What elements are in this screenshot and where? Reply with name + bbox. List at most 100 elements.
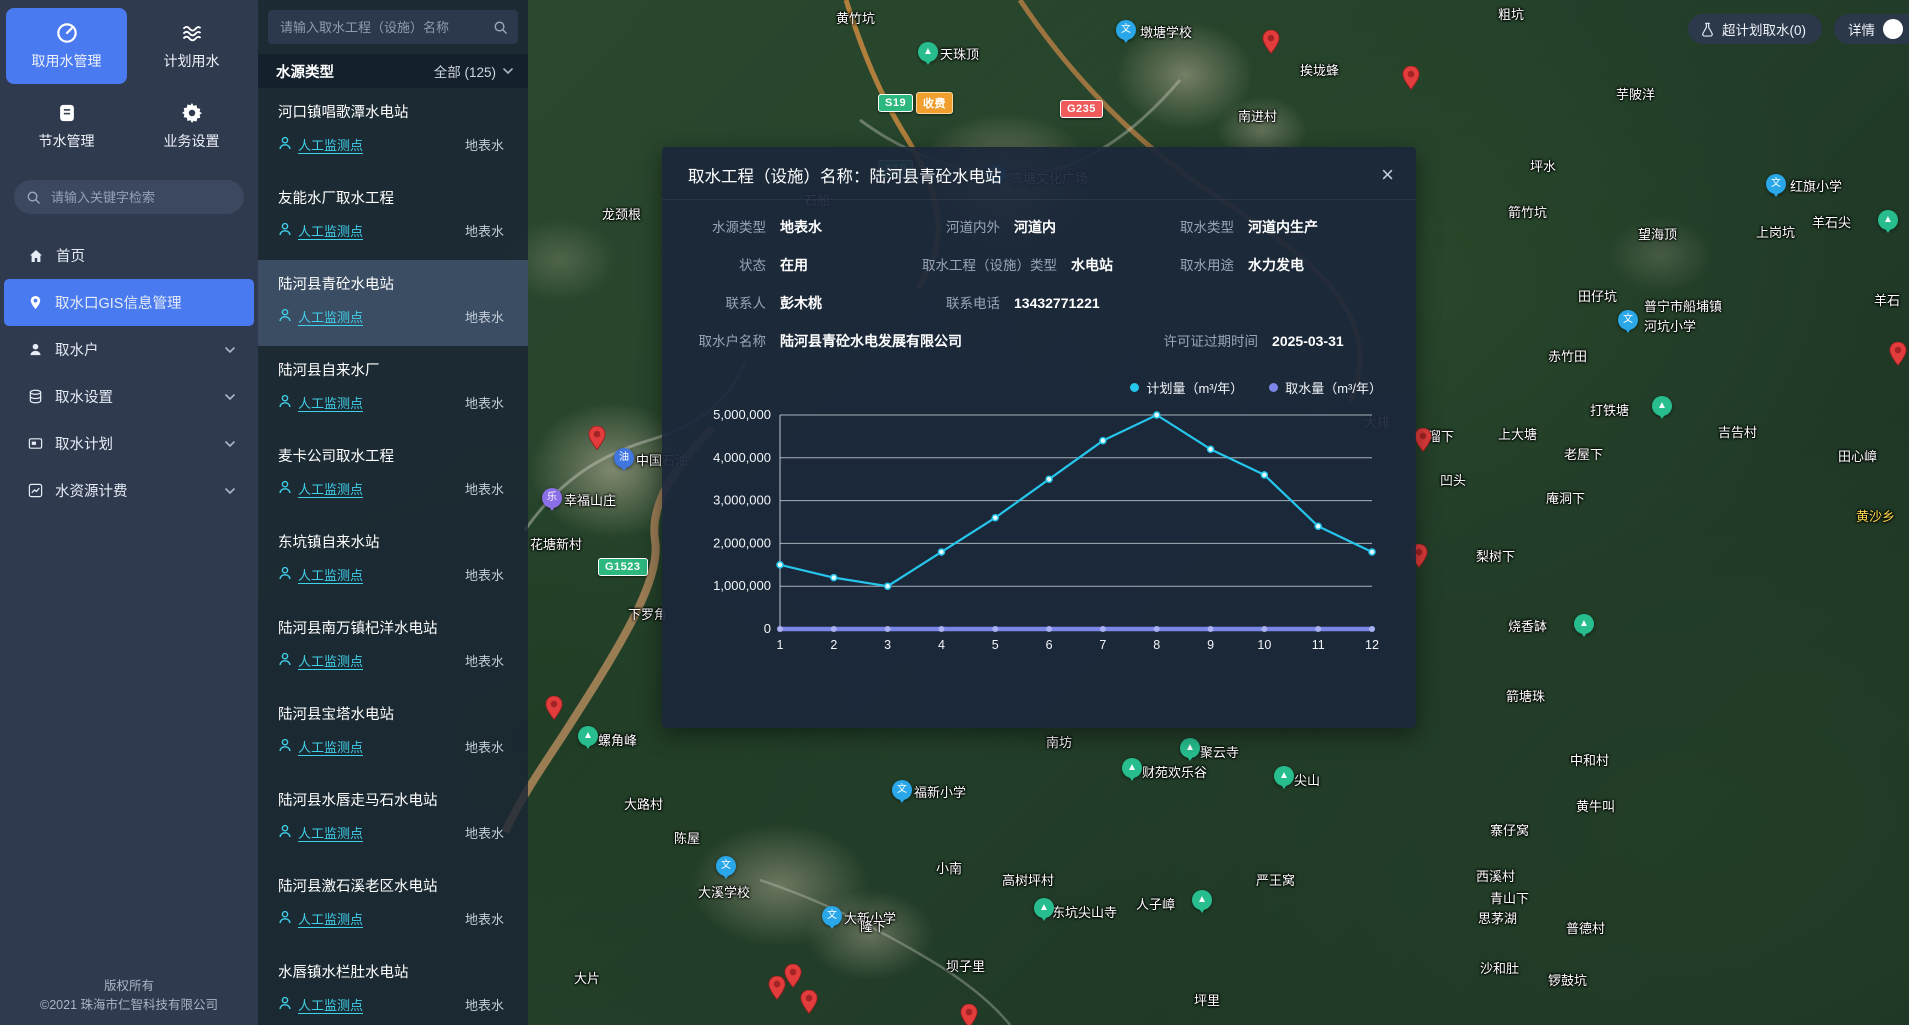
mountain-marker[interactable]: ▲ [1574,614,1594,634]
monitor-link[interactable]: 人工监测点 [278,823,363,842]
legend-item[interactable]: 计划量（m³/年） [1130,378,1243,397]
app-root: 黄竹坑天珠顶墩塘学校粗坑挨垅蜂南进村芋陂洋坪水红旗小学羊石尖箭竹坑望海顶上岗坑田… [0,0,1909,1025]
intake-red-pin[interactable] [800,990,818,1014]
intake-red-pin[interactable] [784,964,802,988]
nav-module[interactable]: 节水管理 [6,88,127,164]
intake-red-pin[interactable] [1889,342,1907,366]
monitor-link[interactable]: 人工监测点 [278,737,363,756]
legend-label: 取水量（m³/年） [1285,378,1382,397]
list-item[interactable]: 麦卡公司取水工程人工监测点地表水 [258,432,528,518]
intake-search-input[interactable] [278,19,485,36]
school-marker[interactable]: 文 [1116,20,1136,40]
list-item[interactable]: 陆河县青砼水电站人工监测点地表水 [258,260,528,346]
map-label: 老屋下 [1564,444,1603,463]
list-item[interactable]: 陆河县自来水厂人工监测点地表水 [258,346,528,432]
intake-red-pin[interactable] [545,696,563,720]
intake-red-pin[interactable] [588,426,606,450]
intake-red-pin[interactable] [1262,30,1280,54]
map-label: 东坑尖山寺 [1052,902,1117,921]
school-marker[interactable]: 文 [1618,310,1638,330]
mountain-marker[interactable]: ▲ [1652,396,1672,416]
list-item[interactable]: 友能水厂取水工程人工监测点地表水 [258,174,528,260]
filter-dropdown[interactable]: 全部 (125) [434,60,514,82]
school-marker[interactable]: 文 [1766,174,1786,194]
list-item[interactable]: 陆河县激石溪老区水电站人工监测点地表水 [258,862,528,948]
monitor-link[interactable]: 人工监测点 [278,651,363,670]
detail-toggle[interactable]: 详情 [1834,14,1909,44]
mountain-marker[interactable]: ▲ [1192,890,1212,910]
sidebar-item-label: 取水设置 [55,386,113,407]
map-label: 财苑欢乐谷 [1142,762,1207,781]
map-label: 梨树下 [1476,546,1515,565]
intake-red-pin[interactable] [1414,428,1432,452]
sidebar-item-label: 首页 [56,245,85,266]
mountain-marker[interactable]: ▲ [1034,898,1054,918]
gas-station-marker[interactable]: 油 [614,448,634,468]
list-item[interactable]: 陆河县水唇走马石水电站人工监测点地表水 [258,776,528,862]
mountain-marker[interactable]: ▲ [918,42,938,62]
monitor-link[interactable]: 人工监测点 [278,909,363,928]
person-icon [278,136,292,153]
sidebar-item[interactable]: 取水口GIS信息管理 [4,279,254,326]
sidebar-item[interactable]: 取水设置 [4,373,254,420]
svg-text:7: 7 [1099,638,1106,652]
list-item[interactable]: 河口镇唱歌潭水电站人工监测点地表水 [258,88,528,174]
sidebar-search-input[interactable] [49,189,232,206]
map-label: 普德村 [1566,918,1605,937]
modal-fields: 水源类型地表水河道内外河道内取水类型河道内生产状态在用取水工程（设施）类型水电站… [662,200,1416,351]
field: 河道内外河道内 [922,216,1156,237]
sidebar-item[interactable]: 取水计划 [4,420,254,467]
legend-dot [1130,383,1139,392]
sidebar-item[interactable]: 取水户 [4,326,254,373]
close-icon[interactable]: × [1381,164,1394,186]
monitor-link[interactable]: 人工监测点 [278,135,363,154]
mountain-marker[interactable]: ▲ [1878,210,1898,230]
intake-red-pin[interactable] [1402,66,1420,90]
monitor-link[interactable]: 人工监测点 [278,479,363,498]
mountain-marker[interactable]: ▲ [578,726,598,746]
mountain-marker[interactable]: ▲ [1274,766,1294,786]
monitor-link[interactable]: 人工监测点 [278,221,363,240]
legend-item[interactable]: 取水量（m³/年） [1269,378,1382,397]
intake-search[interactable] [268,10,518,44]
map-label: 庵洞下 [1546,488,1585,507]
sidebar-item[interactable]: 水资源计费 [4,467,254,514]
map-label: 普宁市船埔镇 [1644,296,1722,315]
monitor-link[interactable]: 人工监测点 [278,565,363,584]
list-item[interactable]: 水唇镇水栏肚水电站人工监测点地表水 [258,948,528,1025]
list-item[interactable]: 东坑镇自来水站人工监测点地表水 [258,518,528,604]
field-label: 许可证过期时间 [1164,330,1259,350]
mountain-marker[interactable]: ▲ [1180,738,1200,758]
map-label: 上岗坑 [1756,222,1795,241]
plan-vs-actual-chart: 01,000,0002,000,0003,000,0004,000,0005,0… [682,407,1388,657]
nav-module[interactable]: 计划用水 [131,8,252,84]
monitor-link[interactable]: 人工监测点 [278,307,363,326]
chevron-down-icon [224,339,236,361]
field-label: 联系电话 [922,292,1000,312]
legend-dot [1269,383,1278,392]
map-label: 人子嶂 [1136,894,1175,913]
nav-module[interactable]: 取用水管理 [6,8,127,84]
flask-icon [1700,18,1715,40]
school-marker[interactable]: 文 [822,906,842,926]
mountain-marker[interactable]: ▲ [1122,758,1142,778]
sidebar-search[interactable] [14,180,244,214]
resort-marker[interactable]: 乐 [542,488,562,508]
monitor-link[interactable]: 人工监测点 [278,995,363,1014]
monitor-link[interactable]: 人工监测点 [278,393,363,412]
intake-red-pin[interactable] [960,1004,978,1025]
school-marker[interactable]: 文 [892,780,912,800]
map-label: 思茅湖 [1478,908,1517,927]
toggle-knob[interactable] [1883,19,1903,39]
nav-module[interactable]: 业务设置 [131,88,252,164]
list-item[interactable]: 陆河县宝塔水电站人工监测点地表水 [258,690,528,776]
list-item-title: 陆河县青砼水电站 [278,273,508,294]
field: 取水户名称陆河县青砼水电发展有限公司 [688,330,1164,351]
sidebar-item[interactable]: 首页 [4,232,254,279]
over-plan-intake-button[interactable]: 超计划取水(0) [1688,14,1822,44]
svg-text:2,000,000: 2,000,000 [713,535,771,550]
map-label: 尖山 [1294,770,1320,789]
list-item[interactable]: 陆河县南万镇杞洋水电站人工监测点地表水 [258,604,528,690]
school-marker[interactable]: 文 [716,856,736,876]
map-label: 锣鼓坑 [1548,970,1587,989]
